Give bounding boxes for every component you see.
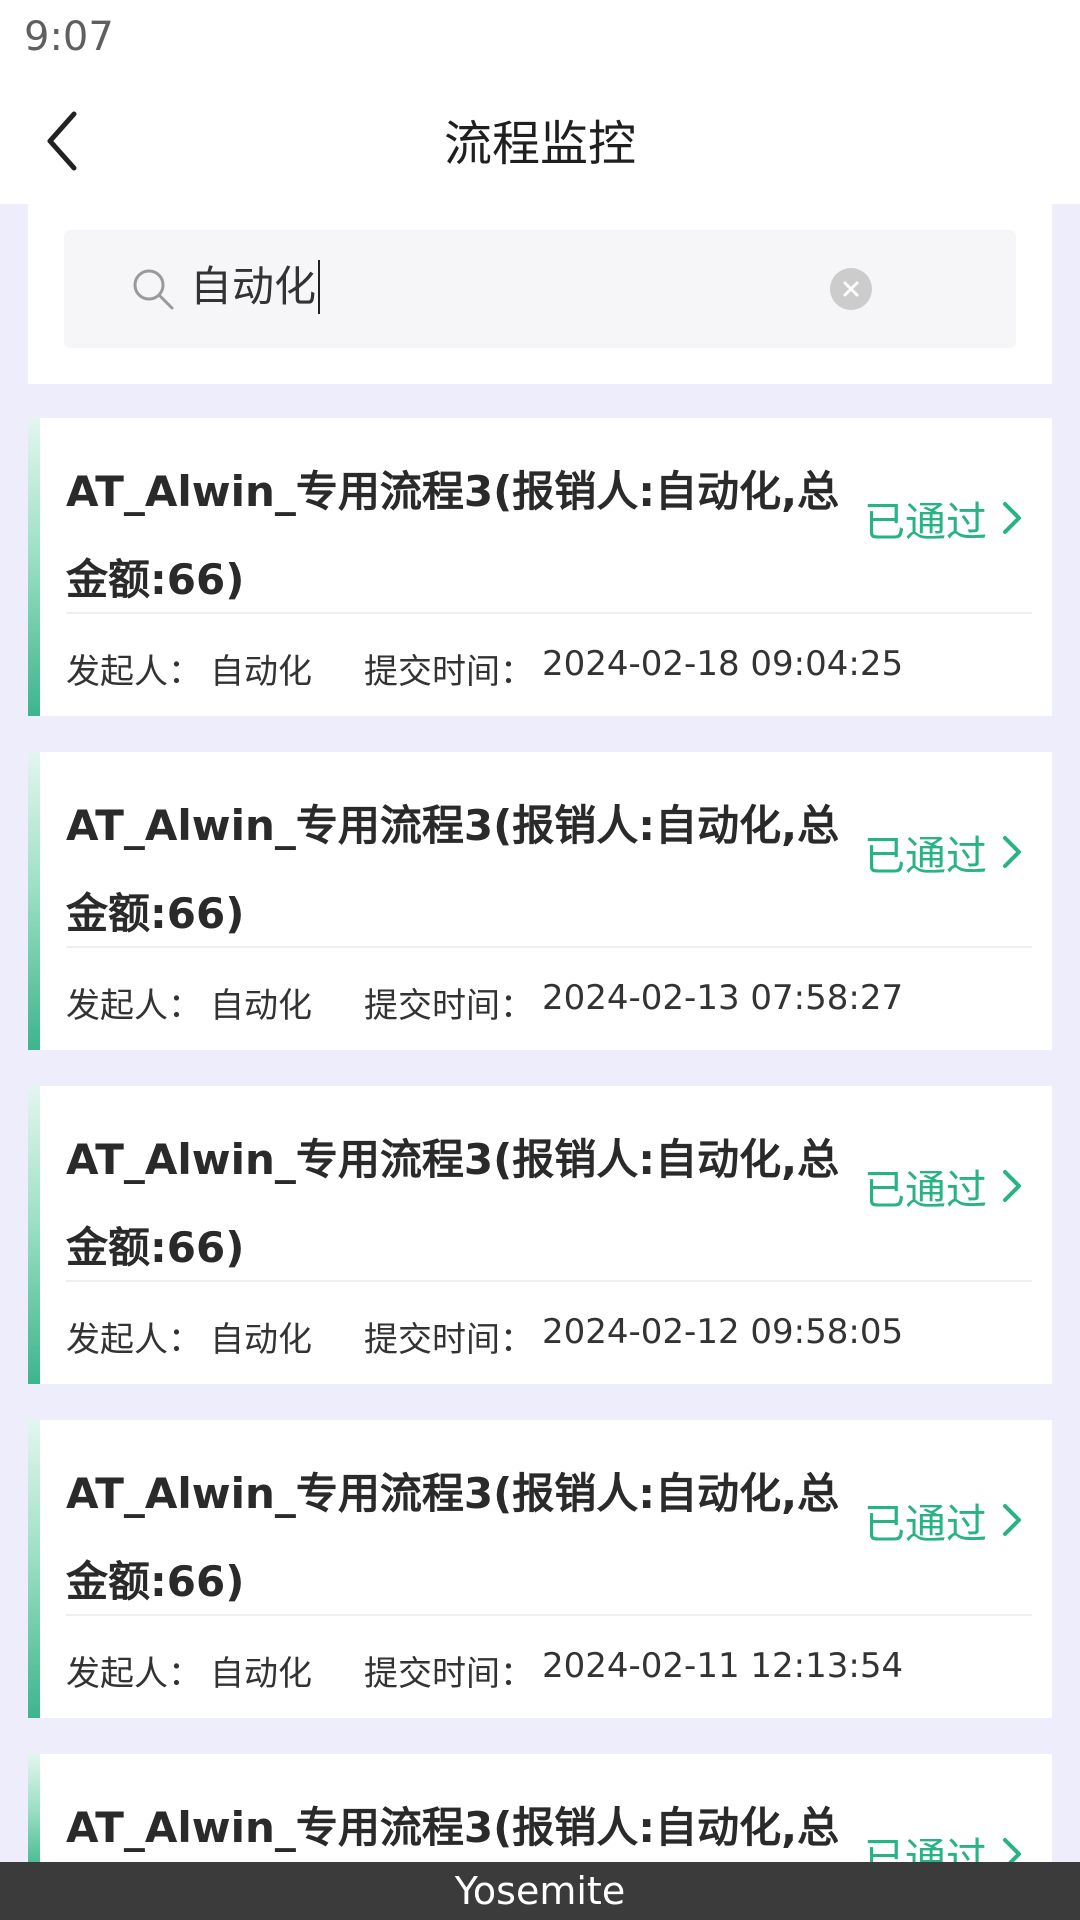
submit-time-label: 提交时间： xyxy=(364,1320,534,1360)
process-title: AT_Alwin_专用流程3(报销人:自动化,总金额:66) xyxy=(66,467,840,604)
process-card[interactable]: AT_Alwin_专用流程3(报销人:自动化,总金额:66) 已通过 发起人： … xyxy=(28,1420,1052,1718)
divider xyxy=(66,612,1032,614)
submit-time-value: 2024-02-13 07:58:27 xyxy=(542,978,904,1018)
initiator-value: 自动化 xyxy=(210,986,312,1026)
initiator-label: 发起人： xyxy=(66,1654,202,1694)
card-meta: 发起人： 自动化 提交时间： 2024-02-13 07:58:27 xyxy=(66,978,903,1030)
chevron-right-icon xyxy=(1003,1504,1021,1536)
card-accent-bar xyxy=(28,1420,40,1718)
status-link[interactable]: 已通过 xyxy=(864,822,1027,882)
card-accent-bar xyxy=(28,1086,40,1384)
card-meta: 发起人： 自动化 提交时间： 2024-02-11 12:13:54 xyxy=(66,1646,903,1698)
divider xyxy=(66,1614,1032,1616)
status-time: 9:07 xyxy=(24,14,114,60)
status-label: 已通过 xyxy=(864,1500,987,1548)
search-panel: 自动化 xyxy=(28,204,1052,384)
page-title: 流程监控 xyxy=(443,116,636,172)
initiator-value: 自动化 xyxy=(210,1654,312,1694)
process-card[interactable]: AT_Alwin_专用流程3(报销人:自动化,总金额:66) 已通过 发起人： … xyxy=(28,418,1052,716)
process-card[interactable]: AT_Alwin_专用流程3(报销人:自动化,总金额:66) 已通过 发起人： … xyxy=(28,752,1052,1050)
process-title: AT_Alwin_专用流程3(报销人:自动化,总金额:66) xyxy=(66,801,840,938)
card-meta: 发起人： 自动化 提交时间： 2024-02-18 09:04:25 xyxy=(66,644,903,696)
submit-time-label: 提交时间： xyxy=(364,986,534,1026)
submit-time-value: 2024-02-12 09:58:05 xyxy=(542,1312,904,1352)
process-card[interactable]: AT_Alwin_专用流程3(报销人:自动化,总 已通过 xyxy=(28,1754,1052,1874)
search-text[interactable]: 自动化 xyxy=(190,260,321,314)
search-input[interactable]: 自动化 xyxy=(64,230,1016,348)
status-link[interactable]: 已通过 xyxy=(864,488,1027,548)
status-label: 已通过 xyxy=(864,498,987,546)
initiator-label: 发起人： xyxy=(66,986,202,1026)
card-accent-bar xyxy=(28,1754,40,1874)
divider xyxy=(66,946,1032,948)
clear-circle-icon xyxy=(843,281,859,297)
process-title: AT_Alwin_专用流程3(报销人:自动化,总金额:66) xyxy=(66,1135,840,1272)
status-link[interactable]: 已通过 xyxy=(864,1490,1027,1550)
process-card[interactable]: AT_Alwin_专用流程3(报销人:自动化,总金额:66) 已通过 发起人： … xyxy=(28,1086,1052,1384)
status-label: 已通过 xyxy=(864,832,987,880)
card-meta: 发起人： 自动化 提交时间： 2024-02-12 09:58:05 xyxy=(66,1312,903,1364)
process-title: AT_Alwin_专用流程3(报销人:自动化,总 xyxy=(66,1803,840,1852)
card-accent-bar xyxy=(28,752,40,1050)
submit-time-value: 2024-02-18 09:04:25 xyxy=(542,644,904,684)
chevron-right-icon xyxy=(1003,502,1021,534)
process-title: AT_Alwin_专用流程3(报销人:自动化,总金额:66) xyxy=(66,1469,840,1606)
chevron-right-icon xyxy=(1003,1170,1021,1202)
status-label: 已通过 xyxy=(864,1166,987,1214)
header: 流程监控 xyxy=(0,76,1080,204)
search-icon xyxy=(133,269,174,310)
initiator-label: 发起人： xyxy=(66,1320,202,1360)
submit-time-label: 提交时间： xyxy=(364,652,534,692)
status-bar: 9:07 xyxy=(0,0,1080,76)
submit-time-label: 提交时间： xyxy=(364,1654,534,1694)
bottom-bar: Yosemite xyxy=(0,1862,1080,1920)
initiator-value: 自动化 xyxy=(210,1320,312,1360)
clear-search-button[interactable] xyxy=(830,268,872,310)
initiator-label: 发起人： xyxy=(66,652,202,692)
submit-time-value: 2024-02-11 12:13:54 xyxy=(542,1646,904,1686)
chevron-right-icon xyxy=(1003,836,1021,868)
card-accent-bar xyxy=(28,418,40,716)
divider xyxy=(66,1280,1032,1282)
initiator-value: 自动化 xyxy=(210,652,312,692)
status-link[interactable]: 已通过 xyxy=(864,1156,1027,1216)
